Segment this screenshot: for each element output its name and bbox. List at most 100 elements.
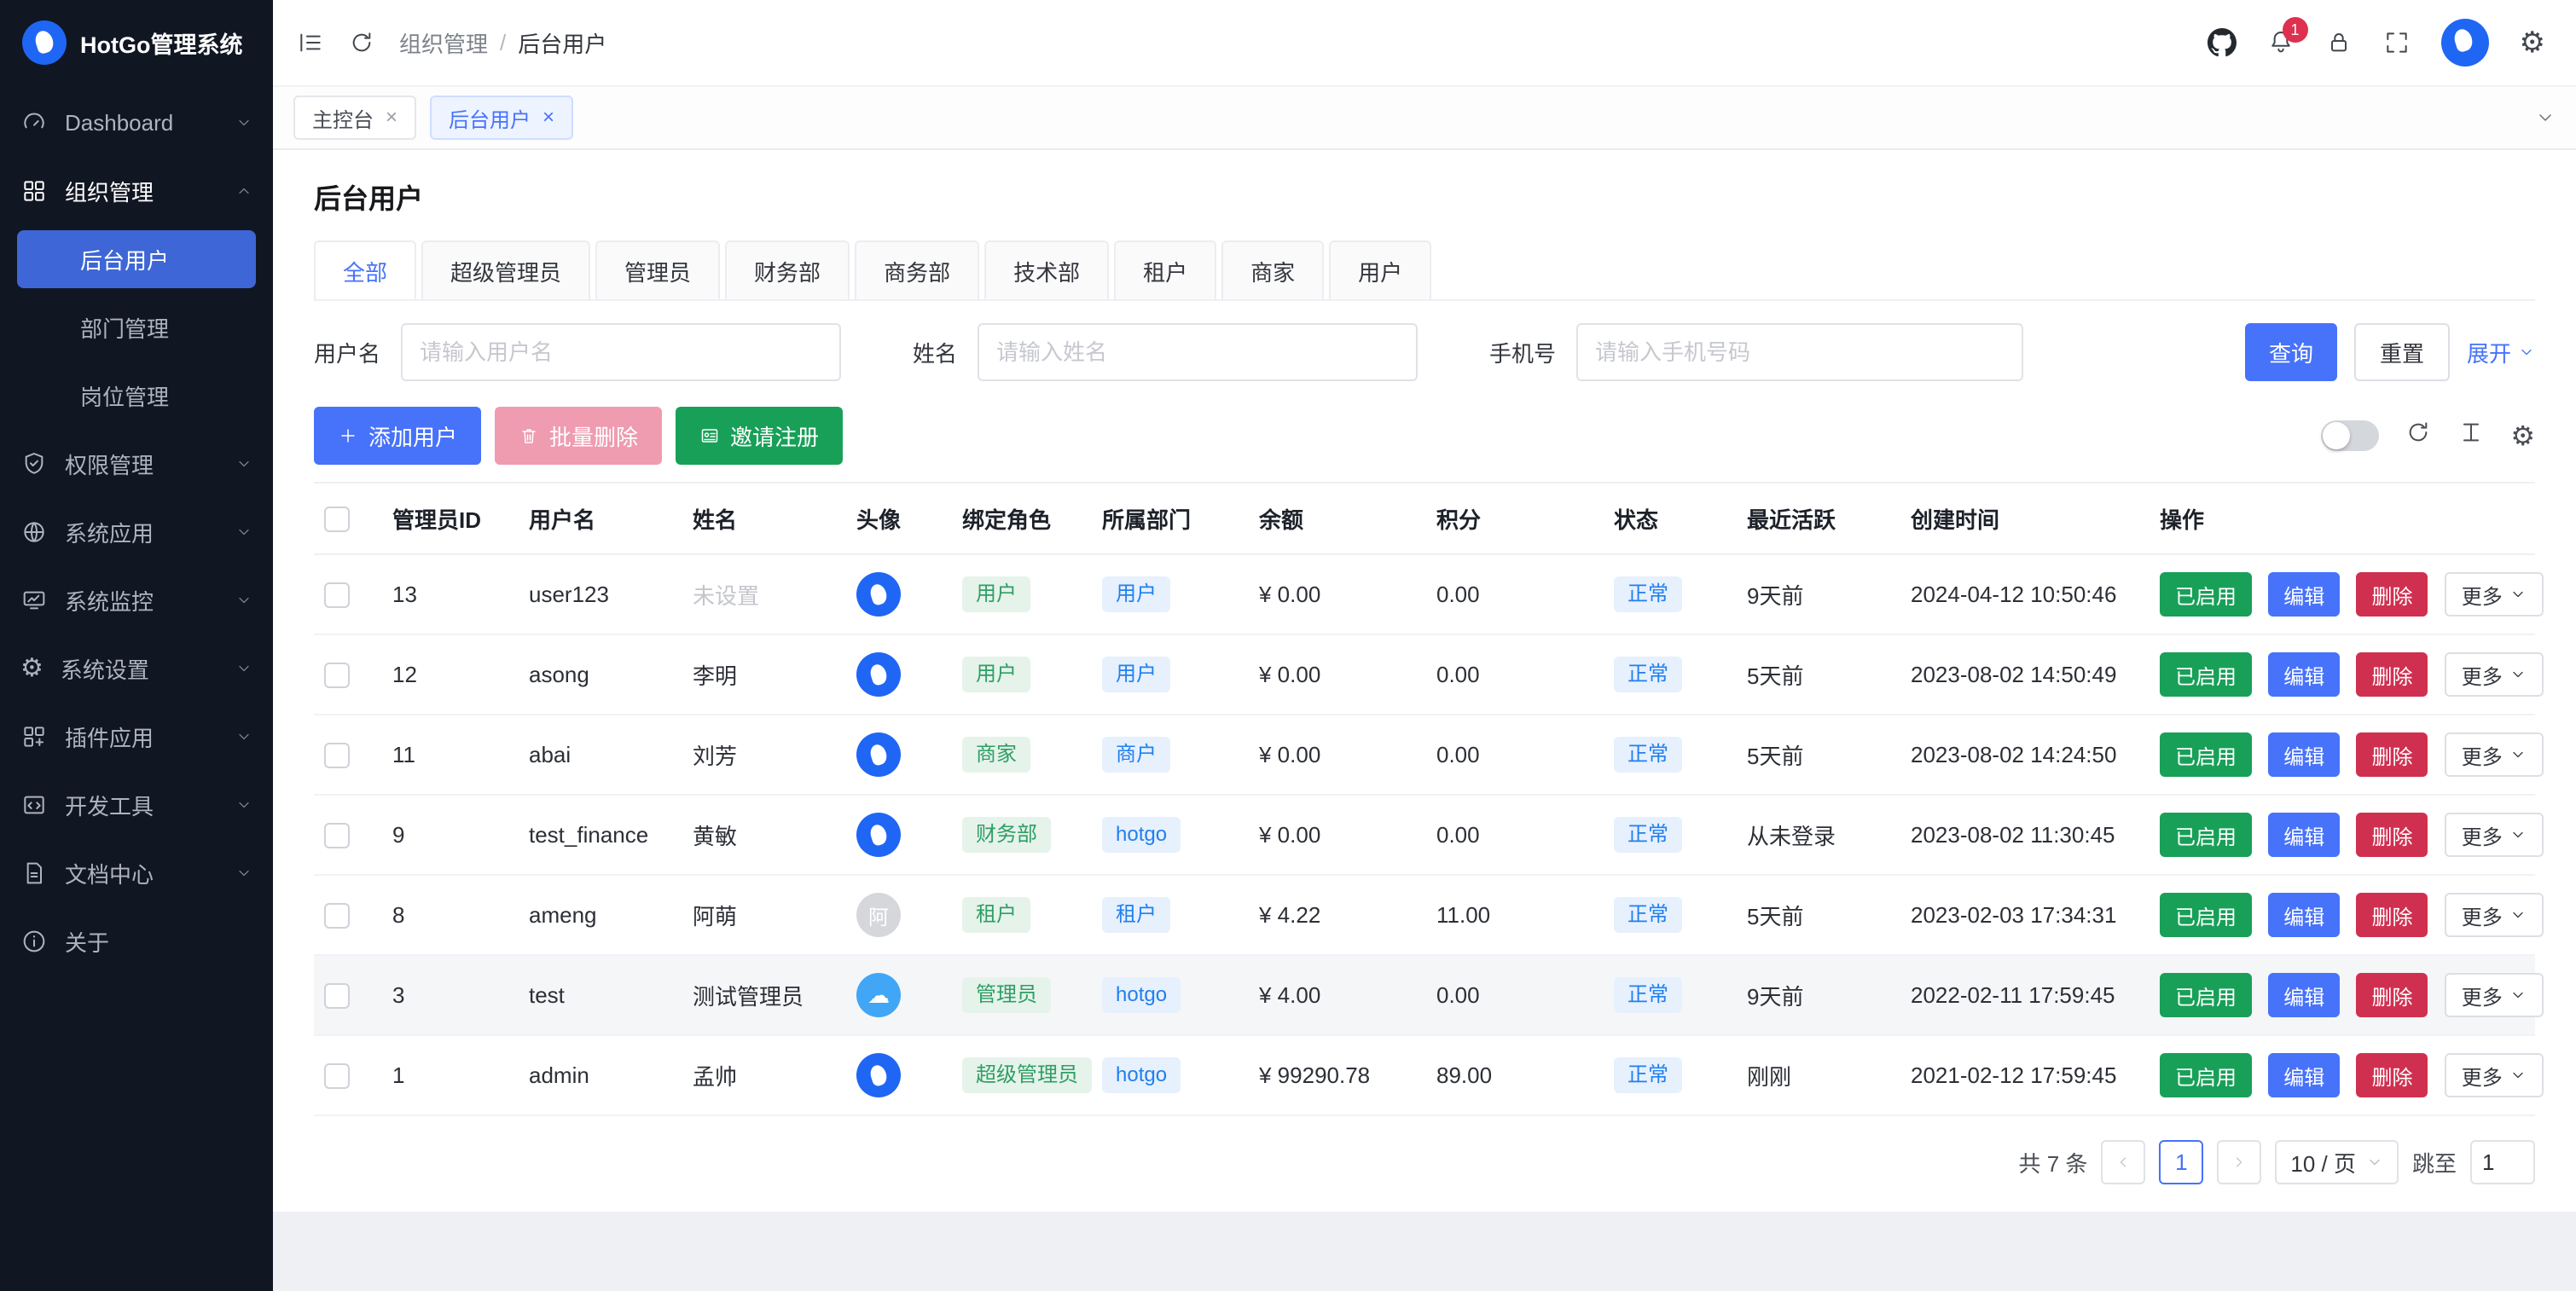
enabled-button[interactable]: 已启用: [2160, 1053, 2252, 1097]
enabled-button[interactable]: 已启用: [2160, 572, 2252, 617]
filter-tab-tech[interactable]: 技术部: [984, 240, 1109, 299]
delete-button[interactable]: 删除: [2356, 732, 2428, 777]
next-page-button[interactable]: [2217, 1140, 2261, 1184]
row-checkbox[interactable]: [324, 1063, 350, 1089]
reset-button[interactable]: 重置: [2354, 323, 2450, 381]
enabled-button[interactable]: 已启用: [2160, 813, 2252, 857]
sidebar-item-system-monitor[interactable]: 系统监控: [0, 566, 273, 634]
breadcrumb-current[interactable]: 后台用户: [518, 27, 606, 59]
delete-button[interactable]: 删除: [2356, 813, 2428, 857]
delete-button[interactable]: 删除: [2356, 572, 2428, 617]
enabled-button[interactable]: 已启用: [2160, 732, 2252, 777]
sidebar-item-plugins[interactable]: 插件应用: [0, 703, 273, 771]
jump-label: 跳至: [2412, 1147, 2457, 1178]
more-button[interactable]: 更多: [2445, 893, 2544, 937]
sidebar-item-backend-users[interactable]: 后台用户: [17, 230, 256, 288]
edit-button[interactable]: 编辑: [2268, 813, 2340, 857]
sidebar-item-docs[interactable]: 文档中心: [0, 839, 273, 907]
enabled-button[interactable]: 已启用: [2160, 973, 2252, 1017]
username-input[interactable]: [401, 323, 841, 381]
delete-button[interactable]: 删除: [2356, 652, 2428, 697]
select-all-checkbox[interactable]: [324, 507, 350, 532]
filter-tab-user[interactable]: 用户: [1329, 240, 1431, 299]
filter-tab-super-admin[interactable]: 超级管理员: [421, 240, 590, 299]
tab-backend-users[interactable]: 后台用户 ×: [430, 96, 573, 140]
filter-tab-admin[interactable]: 管理员: [595, 240, 720, 299]
edit-button[interactable]: 编辑: [2268, 732, 2340, 777]
filter-tab-all[interactable]: 全部: [314, 240, 416, 299]
row-checkbox[interactable]: [324, 983, 350, 1009]
row-checkbox[interactable]: [324, 743, 350, 768]
jump-page-input[interactable]: [2470, 1140, 2535, 1184]
row-checkbox[interactable]: [324, 663, 350, 688]
more-button[interactable]: 更多: [2445, 1053, 2544, 1097]
page-1-button[interactable]: 1: [2159, 1140, 2203, 1184]
close-icon[interactable]: ×: [386, 106, 397, 130]
edit-button[interactable]: 编辑: [2268, 893, 2340, 937]
sidebar-item-about[interactable]: 关于: [0, 907, 273, 975]
row-density-button[interactable]: [2457, 419, 2485, 453]
settings-button[interactable]: ⚙: [2520, 28, 2545, 57]
more-button[interactable]: 更多: [2445, 732, 2544, 777]
more-button[interactable]: 更多: [2445, 813, 2544, 857]
collapse-sidebar-button[interactable]: [297, 29, 324, 56]
prev-page-button[interactable]: [2101, 1140, 2145, 1184]
striped-toggle[interactable]: [2321, 420, 2379, 451]
row-checkbox[interactable]: [324, 823, 350, 848]
breadcrumb-parent[interactable]: 组织管理: [399, 27, 488, 59]
tabs-menu-button[interactable]: [2535, 107, 2556, 128]
fullscreen-button[interactable]: [2383, 29, 2411, 56]
close-icon[interactable]: ×: [542, 106, 554, 130]
row-checkbox[interactable]: [324, 582, 350, 608]
search-button[interactable]: 查询: [2245, 323, 2337, 381]
phone-input[interactable]: [1576, 323, 2023, 381]
name-input[interactable]: [978, 323, 1418, 381]
filter-tab-finance[interactable]: 财务部: [725, 240, 850, 299]
sidebar-item-system-apps[interactable]: 系统应用: [0, 498, 273, 566]
page-size-select[interactable]: 10 / 页: [2275, 1140, 2399, 1184]
tab-console[interactable]: 主控台 ×: [293, 96, 416, 140]
filter-tab-business[interactable]: 商务部: [855, 240, 979, 299]
chevron-down-icon: [2509, 586, 2527, 603]
delete-button[interactable]: 删除: [2356, 1053, 2428, 1097]
more-button[interactable]: 更多: [2445, 572, 2544, 617]
expand-filters-link[interactable]: 展开: [2467, 337, 2535, 368]
enabled-button[interactable]: 已启用: [2160, 652, 2252, 697]
sidebar-item-permissions[interactable]: 权限管理: [0, 430, 273, 498]
plugin-icon: [20, 723, 48, 750]
row-checkbox[interactable]: [324, 903, 350, 929]
sidebar-item-departments[interactable]: 部门管理: [0, 293, 273, 362]
chevron-down-icon: [2535, 107, 2556, 128]
edit-button[interactable]: 编辑: [2268, 652, 2340, 697]
sidebar-item-organization[interactable]: 组织管理: [0, 157, 273, 225]
notifications-button[interactable]: 1: [2267, 29, 2295, 56]
edit-button[interactable]: 编辑: [2268, 1053, 2340, 1097]
delete-button[interactable]: 删除: [2356, 893, 2428, 937]
refresh-table-button[interactable]: [2405, 419, 2432, 453]
reload-page-button[interactable]: [348, 29, 375, 56]
filter-tab-merchant[interactable]: 商家: [1221, 240, 1324, 299]
username-label: 用户名: [314, 337, 380, 368]
dashboard-icon: [20, 109, 48, 136]
sidebar-item-positions[interactable]: 岗位管理: [0, 362, 273, 430]
more-label: 更多: [2462, 900, 2503, 930]
batch-delete-button[interactable]: 批量删除: [495, 407, 662, 465]
column-header-username: 用户名: [519, 483, 682, 554]
enabled-button[interactable]: 已启用: [2160, 893, 2252, 937]
edit-button[interactable]: 编辑: [2268, 973, 2340, 1017]
column-settings-button[interactable]: ⚙: [2510, 420, 2535, 452]
sidebar-item-dev-tools[interactable]: 开发工具: [0, 771, 273, 839]
edit-button[interactable]: 编辑: [2268, 572, 2340, 617]
sidebar-item-dashboard[interactable]: Dashboard: [0, 89, 273, 157]
more-button[interactable]: 更多: [2445, 652, 2544, 697]
sidebar-item-system-settings[interactable]: ⚙ 系统设置: [0, 634, 273, 703]
user-avatar[interactable]: [2441, 19, 2489, 67]
delete-button[interactable]: 删除: [2356, 973, 2428, 1017]
more-button[interactable]: 更多: [2445, 973, 2544, 1017]
lock-screen-button[interactable]: [2325, 29, 2353, 56]
filter-tab-tenant[interactable]: 租户: [1114, 240, 1216, 299]
app-logo[interactable]: HotGo管理系统: [0, 0, 273, 85]
add-user-button[interactable]: 添加用户: [314, 407, 481, 465]
github-button[interactable]: [2208, 28, 2237, 57]
invite-register-button[interactable]: 邀请注册: [676, 407, 843, 465]
